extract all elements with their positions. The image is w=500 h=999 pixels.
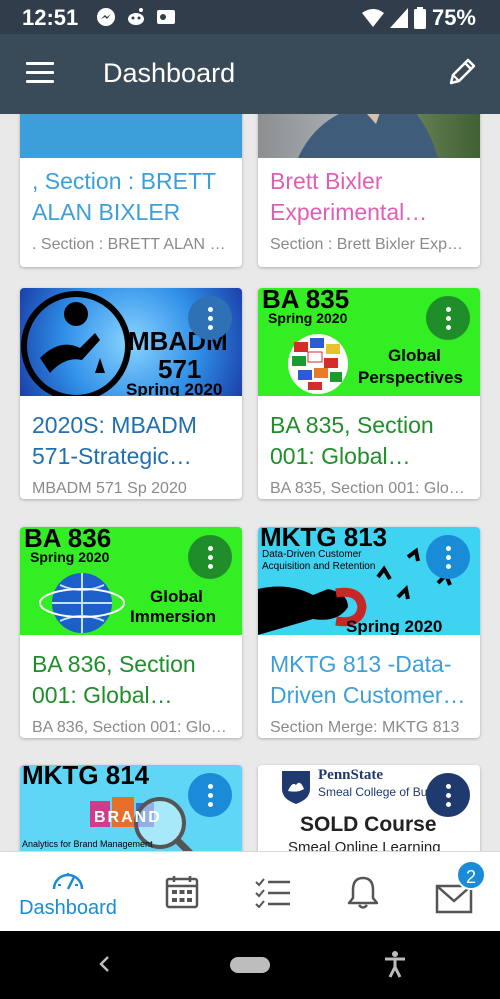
dashboard-grid: , Section : BRETT ALAN BIXLER . Section … <box>0 114 500 851</box>
battery-icon <box>413 7 426 29</box>
course-card-image: BA 836 Spring 2020 Global Immersion <box>20 527 242 635</box>
course-card-subtitle: Section Merge: MKTG 813 <box>270 719 460 736</box>
dashboard-icon <box>52 872 84 890</box>
course-card-subtitle: MBADM 571 Sp 2020 <box>32 480 187 497</box>
course-card[interactable]: MKTG 814 BRAND Analytics for Brand Manag… <box>20 765 242 851</box>
page-title: Dashboard <box>103 58 236 88</box>
image-term: Spring 2020 <box>268 310 348 326</box>
nav-notifications[interactable] <box>333 852 393 932</box>
course-card-image: MKTG 814 BRAND Analytics for Brand Manag… <box>20 765 242 851</box>
nav-dashboard[interactable]: Dashboard <box>8 852 128 932</box>
nav-todo[interactable] <box>243 852 303 932</box>
image-term: Spring 2020 <box>346 617 443 635</box>
image-text-line: Perspectives <box>358 368 463 387</box>
course-card-subtitle: BA 835, Section 001: Global Perspectives <box>270 480 480 497</box>
course-card-image <box>258 114 480 158</box>
image-term: Spring 2020 <box>30 549 110 565</box>
image-text-line: Spring 2020 <box>126 380 223 396</box>
bell-icon <box>347 876 379 909</box>
course-card-image: BA 835 Spring 2020 Global Perspectives <box>258 288 480 396</box>
battery-percent: 75% <box>431 5 476 30</box>
back-icon[interactable] <box>92 951 118 977</box>
course-card-title[interactable]: BA 835, Section 001: Global Perspectives <box>258 410 480 472</box>
course-card-image: MKTG 813 Data-Driven Customer Acquisitio… <box>258 527 480 635</box>
course-card[interactable]: BA 835 Spring 2020 Global Perspectives B… <box>258 288 480 499</box>
course-card[interactable]: MKTG 813 Data-Driven Customer Acquisitio… <box>258 527 480 738</box>
image-text-line: Global <box>150 587 203 606</box>
nav-inbox[interactable]: 2 <box>424 852 486 932</box>
course-card-image: PennState Smeal College of Bu SOLD Cours… <box>258 765 480 851</box>
image-text-line: SOLD Course <box>300 813 437 836</box>
edit-icon[interactable] <box>444 54 480 90</box>
card-options-button[interactable] <box>426 296 470 340</box>
signal-icon <box>389 8 408 28</box>
home-pill-button[interactable] <box>230 957 270 973</box>
system-navigation-bar <box>0 931 500 999</box>
course-card-title[interactable]: Brett Bixler Experimental Sandbox <box>258 166 480 228</box>
nav-dashboard-label: Dashboard <box>19 896 117 919</box>
checklist-icon <box>255 878 290 908</box>
app-bar: Dashboard <box>0 34 500 114</box>
bottom-navigation: Dashboard 2 <box>0 851 500 931</box>
image-text-line: Immersion <box>130 607 216 626</box>
image-brand-text: BRAND <box>94 809 162 826</box>
course-card[interactable]: MBADM 571 Spring 2020 2020S: MBADM 571-S… <box>20 288 242 499</box>
course-card-subtitle: BA 836, Section 001: Global Immersion <box>32 719 242 736</box>
nav-calendar[interactable] <box>152 852 212 932</box>
course-card-subtitle: Section : Brett Bixler Experimental Sand… <box>270 236 480 253</box>
notification-icons <box>95 6 177 28</box>
course-card-title[interactable]: MKTG 813 -Data-Driven Customer Acquisiti… <box>258 649 480 711</box>
course-card[interactable]: Brett Bixler Experimental Sandbox Sectio… <box>258 114 480 267</box>
menu-icon[interactable] <box>26 62 54 84</box>
course-card-title[interactable]: , Section : BRETT ALAN BIXLER <box>20 166 242 228</box>
course-card[interactable]: , Section : BRETT ALAN BIXLER . Section … <box>20 114 242 267</box>
card-options-button[interactable] <box>426 535 470 579</box>
status-bar: 12:51 75% <box>0 0 500 34</box>
course-card-title[interactable]: 2020S: MBADM 571-Strategic Management <box>20 410 242 472</box>
accessibility-icon[interactable] <box>380 949 410 979</box>
messenger-icon <box>95 6 117 28</box>
inbox-badge: 2 <box>456 860 486 890</box>
course-card-image: MBADM 571 Spring 2020 <box>20 288 242 396</box>
outlook-icon <box>155 6 177 28</box>
card-options-button[interactable] <box>426 773 470 817</box>
course-card[interactable]: BA 836 Spring 2020 Global Immersion BA 8… <box>20 527 242 738</box>
image-text-line: Global <box>388 346 441 365</box>
card-options-button[interactable] <box>188 296 232 340</box>
card-options-button[interactable] <box>188 535 232 579</box>
image-org-name: PennState <box>318 767 383 783</box>
image-org-name: Smeal College of Bu <box>318 785 428 799</box>
reddit-icon <box>125 6 147 28</box>
calendar-icon <box>165 876 199 909</box>
course-card-subtitle: . Section : BRETT ALAN BIXLER <box>32 236 242 253</box>
image-text-line: Smeal Online Learning <box>288 839 441 851</box>
course-card-title[interactable]: BA 836, Section 001: Global Immersion <box>20 649 242 711</box>
course-card-image <box>20 114 242 158</box>
course-card[interactable]: PennState Smeal College of Bu SOLD Cours… <box>258 765 480 851</box>
status-time: 12:51 <box>22 5 79 30</box>
wifi-icon <box>361 9 384 27</box>
card-options-button[interactable] <box>188 773 232 817</box>
image-desc-line: Analytics for Brand Management <box>22 839 153 849</box>
status-right: 75% <box>361 5 476 31</box>
